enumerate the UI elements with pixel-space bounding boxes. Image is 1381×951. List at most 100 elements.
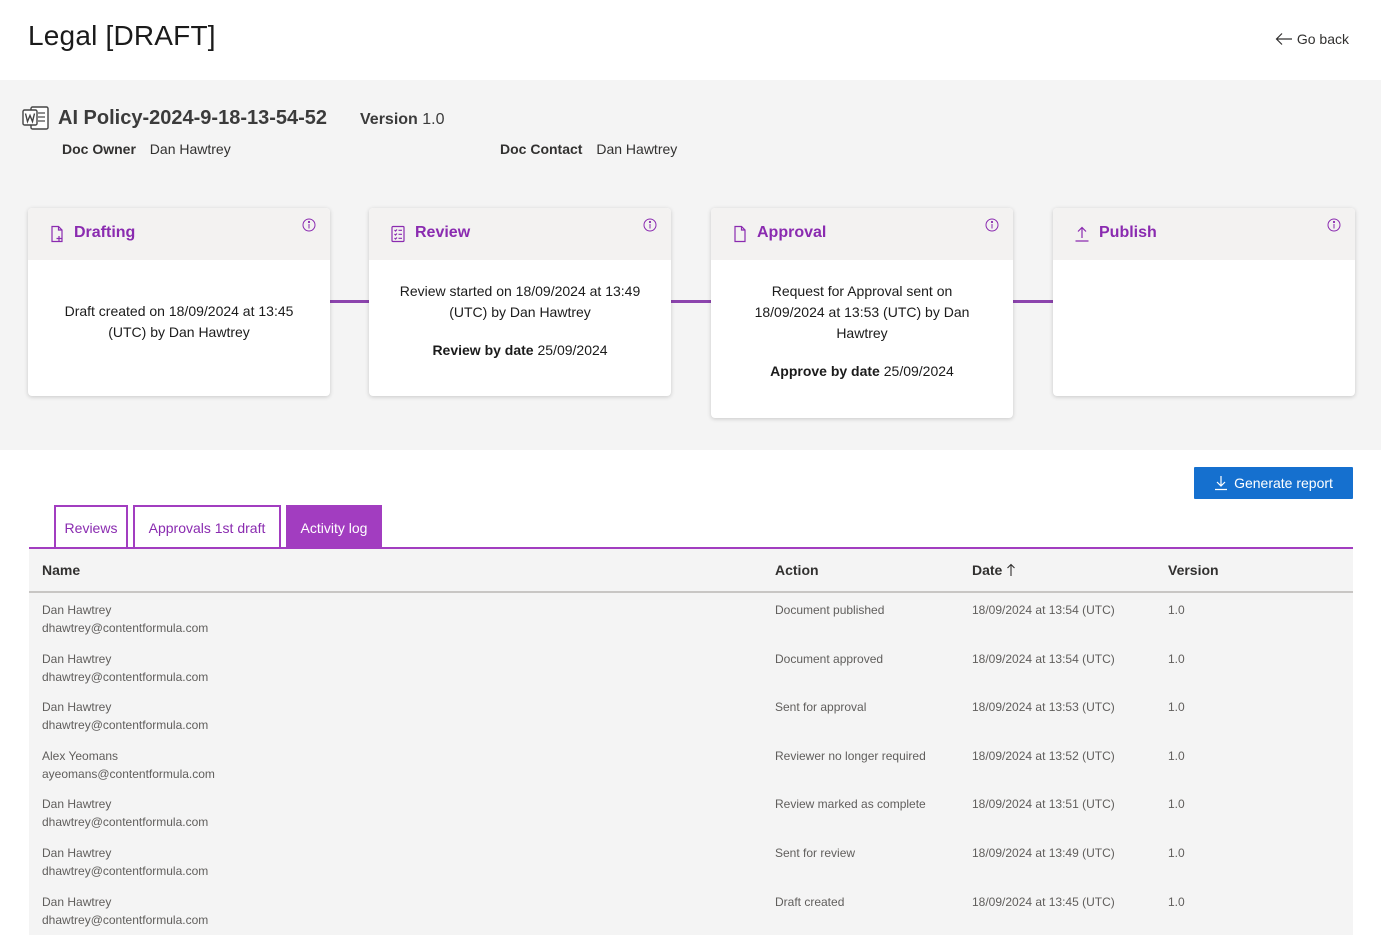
row-email: dhawtrey@contentformula.com	[42, 621, 209, 635]
row-name: Dan Hawtrey	[42, 797, 112, 812]
stage-publish: Publish	[1053, 208, 1355, 396]
column-name-label: Name	[42, 562, 81, 578]
info-icon[interactable]	[643, 218, 657, 232]
column-version-label: Version	[1168, 562, 1219, 578]
document-panel: AI Policy-2024-9-18-13-54-52 Version 1.0…	[0, 80, 1381, 450]
page-header: Legal [DRAFT] Go back	[0, 0, 1381, 80]
page-title: Legal [DRAFT]	[28, 20, 216, 51]
table-row[interactable]: Alex Yeomans ayeomans@contentformula.com…	[29, 739, 1353, 788]
row-name: Dan Hawtrey	[42, 700, 112, 715]
info-icon[interactable]	[302, 218, 316, 232]
stage-connector	[329, 300, 369, 303]
column-date-label: Date	[972, 562, 1003, 578]
table-row[interactable]: Dan Hawtrey dhawtrey@contentformula.com …	[29, 787, 1353, 836]
row-action: Review marked as complete	[775, 797, 926, 812]
row-email: dhawtrey@contentformula.com	[42, 815, 209, 830]
row-date: 18/09/2024 at 13:52 (UTC)	[972, 748, 1115, 763]
row-email: dhawtrey@contentformula.com	[42, 669, 209, 684]
row-name: Dan Hawtrey	[42, 651, 112, 666]
row-email: ayeomans@contentformula.com	[42, 766, 215, 781]
tab-activity-log[interactable]: Activity log	[286, 505, 382, 549]
doc-contact-value: Dan Hawtrey	[596, 141, 678, 157]
doc-owner-value: Dan Hawtrey	[149, 141, 231, 157]
row-version: 1.0	[1168, 894, 1185, 909]
row-user: Dan Hawtrey dhawtrey@contentformula.com	[42, 893, 208, 929]
column-version[interactable]: Version	[1168, 562, 1219, 578]
document-add-icon	[51, 225, 63, 243]
stage-body: Draft created on 18/09/2024 at 13:45 (UT…	[28, 260, 330, 343]
review-due-value: 25/09/2024	[537, 342, 608, 358]
table-header: Name Action Date Version	[29, 549, 1353, 593]
row-name: Dan Hawtrey	[42, 894, 112, 909]
row-user: Alex Yeomans ayeomans@contentformula.com	[42, 747, 215, 783]
table-row[interactable]: Dan Hawtrey dhawtrey@contentformula.com …	[29, 836, 1353, 885]
activity-table: Name Action Date Version Dan Hawtrey dha…	[29, 549, 1353, 935]
stage-title: Publish	[1099, 224, 1157, 241]
table-row[interactable]: Dan Hawtrey dhawtrey@contentformula.com …	[29, 885, 1353, 934]
tab-reviews[interactable]: Reviews	[54, 505, 128, 549]
row-user: Dan Hawtrey dhawtrey@contentformula.com	[42, 698, 208, 734]
table-row[interactable]: Dan Hawtrey dhawtrey@contentformula.com …	[29, 690, 1353, 739]
approval-due: Approve by date 25/09/2024	[745, 361, 979, 382]
row-action: Draft created	[775, 894, 845, 909]
row-action: Reviewer no longer required	[775, 748, 926, 763]
info-icon[interactable]	[1327, 218, 1341, 232]
go-back-label: Go back	[1296, 31, 1349, 47]
column-action-label: Action	[775, 562, 819, 578]
stage-text: Request for Approval sent on 18/09/2024 …	[754, 283, 970, 341]
row-email: dhawtrey@contentformula.com	[42, 912, 209, 927]
document-name: AI Policy-2024-9-18-13-54-52	[58, 107, 328, 129]
stage-title: Review	[415, 224, 471, 241]
doc-contact-label: Doc Contact	[500, 141, 583, 157]
row-name: Alex Yeomans	[42, 748, 119, 763]
row-date: 18/09/2024 at 13:49 (UTC)	[972, 845, 1115, 860]
row-date: 18/09/2024 at 13:51 (UTC)	[972, 797, 1115, 812]
row-user: Dan Hawtrey dhawtrey@contentformula.com	[42, 650, 208, 686]
table-row[interactable]: Dan Hawtrey dhawtrey@contentformula.com …	[29, 593, 1353, 642]
row-user: Dan Hawtrey dhawtrey@contentformula.com	[42, 795, 208, 831]
row-action: Document approved	[775, 651, 884, 666]
version-value: 1.0	[422, 111, 445, 128]
stage-header: Approval	[711, 208, 1013, 260]
tab-approvals[interactable]: Approvals 1st draft	[133, 505, 281, 549]
stage-title: Drafting	[74, 224, 136, 241]
row-name: Dan Hawtrey	[42, 603, 112, 617]
stage-drafting: Drafting Draft created on 18/09/2024 at …	[28, 208, 330, 396]
row-user: Dan Hawtrey dhawtrey@contentformula.com	[42, 844, 208, 880]
go-back-link[interactable]: Go back	[1275, 31, 1349, 47]
version-label: Version	[360, 111, 418, 128]
stage-approval: Approval Request for Approval sent on 18…	[711, 208, 1013, 418]
row-date: 18/09/2024 at 13:54 (UTC)	[972, 651, 1115, 666]
row-version: 1.0	[1168, 748, 1185, 763]
row-email: dhawtrey@contentformula.com	[42, 863, 209, 878]
approval-due-label: Approve by date	[770, 363, 880, 379]
column-date[interactable]: Date	[972, 562, 1016, 578]
stage-review: Review Review started on 18/09/2024 at 1…	[369, 208, 671, 396]
row-name: Dan Hawtrey	[42, 845, 112, 860]
row-version: 1.0	[1168, 845, 1185, 860]
arrow-up-icon	[1007, 563, 1016, 576]
table-row[interactable]: Dan Hawtrey dhawtrey@contentformula.com …	[29, 642, 1353, 691]
generate-report-button[interactable]: Generate report	[1194, 467, 1353, 499]
stage-connector	[671, 300, 712, 303]
stage-text: Review started on 18/09/2024 at 13:49 (U…	[399, 283, 641, 320]
stage-title: Approval	[757, 224, 827, 241]
row-email: dhawtrey@contentformula.com	[42, 718, 209, 733]
row-version: 1.0	[1168, 797, 1185, 812]
arrow-left-icon	[1275, 33, 1292, 45]
stage-connector	[1013, 300, 1054, 303]
checklist-icon	[391, 225, 405, 243]
column-name[interactable]: Name	[42, 562, 80, 578]
doc-contact: Doc Contact Dan Hawtrey	[500, 141, 677, 157]
document-version: Version 1.0	[360, 111, 445, 129]
info-icon[interactable]	[985, 218, 999, 232]
column-action[interactable]: Action	[775, 562, 819, 578]
stage-header: Drafting	[28, 208, 330, 260]
row-date: 18/09/2024 at 13:53 (UTC)	[972, 700, 1115, 715]
document-icon	[734, 225, 746, 243]
approval-due-value: 25/09/2024	[883, 363, 954, 379]
stage-header: Publish	[1053, 208, 1355, 260]
review-due: Review by date 25/09/2024	[389, 340, 651, 361]
stage-header: Review	[369, 208, 671, 260]
download-icon	[1215, 476, 1228, 491]
